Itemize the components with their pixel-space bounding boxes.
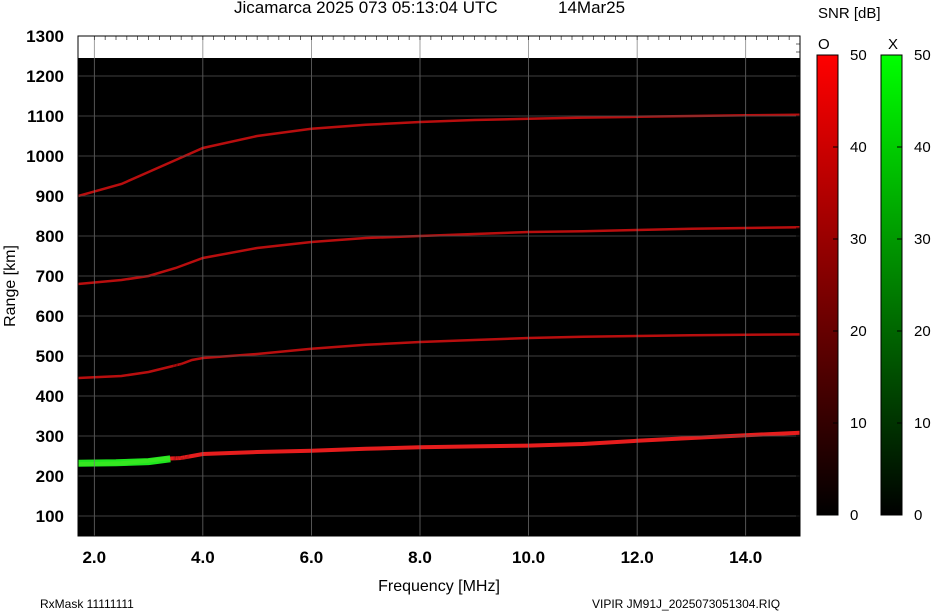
ionogram-chart: 2.0 4.0 6.0 8.0 10.0 12.0 14.0 100200300400500… [2, 5, 931, 595]
colorbar-tick-label: 50 [914, 47, 931, 64]
x-tick-label: 4.0 [191, 548, 215, 567]
colorbar-tick-label: 10 [850, 415, 867, 432]
y-tick-label: 300 [36, 427, 64, 446]
colorbar-x-label: X [888, 36, 898, 53]
y-tick-label: 600 [36, 307, 64, 326]
file-name-label: VIPIR JM91J_2025073051304.RIQ [592, 597, 781, 611]
y-axis-label: Range [km] [2, 245, 19, 327]
x-tick-label: 10.0 [512, 548, 545, 567]
y-tick-label: 100 [36, 507, 64, 526]
y-tick-label: 200 [36, 467, 64, 486]
x-axis-ticks: 2.0 4.0 6.0 8.0 10.0 12.0 14.0 [82, 548, 762, 567]
colorbar-unit: SNR [dB] [818, 5, 881, 22]
rx-mask-label: RxMask 11111111 [40, 597, 134, 611]
y-tick-label: 1300 [26, 27, 64, 46]
y-tick-label: 700 [36, 267, 64, 286]
colorbar-tick-label: 10 [914, 415, 931, 432]
colorbar-tick-label: 20 [850, 323, 867, 340]
colorbar-x [880, 54, 903, 516]
colorbars: SNR [dB] O X 0 10 20 30 40 50 0 10 20 30 40 50 [816, 5, 931, 524]
x-tick-label: 8.0 [408, 548, 432, 567]
x-tick-label: 12.0 [621, 548, 654, 567]
colorbar-tick-label: 0 [914, 507, 922, 524]
x-axis-label: Frequency [MHz] [378, 578, 500, 595]
x-tick-label: 6.0 [300, 548, 324, 567]
y-tick-label: 1200 [26, 67, 64, 86]
colorbar-tick-label: 0 [850, 507, 858, 524]
x-tick-label: 14.0 [729, 548, 762, 567]
y-tick-label: 500 [36, 347, 64, 366]
y-tick-label: 400 [36, 387, 64, 406]
colorbar-o-label: O [818, 36, 830, 53]
y-tick-label: 1100 [27, 107, 64, 126]
y-tick-label: 1000 [26, 147, 64, 166]
y-tick-label: 800 [36, 227, 64, 246]
x-tick-label: 2.0 [82, 548, 106, 567]
colorbar-tick-label: 40 [914, 139, 931, 156]
colorbar-tick-label: 30 [850, 231, 867, 248]
y-tick-label: 900 [36, 187, 64, 206]
y-axis-ticks: 100 200 300 400 500 600 700 800 900 1000 1100 1200 1… [26, 27, 64, 526]
colorbar-tick-label: 40 [850, 139, 867, 156]
colorbar-tick-label: 30 [914, 231, 931, 248]
x-mode-spread-column [173, 364, 190, 460]
colorbar-tick-label: 20 [914, 323, 931, 340]
colorbar-tick-label: 50 [850, 47, 867, 64]
colorbar-o [816, 54, 839, 516]
